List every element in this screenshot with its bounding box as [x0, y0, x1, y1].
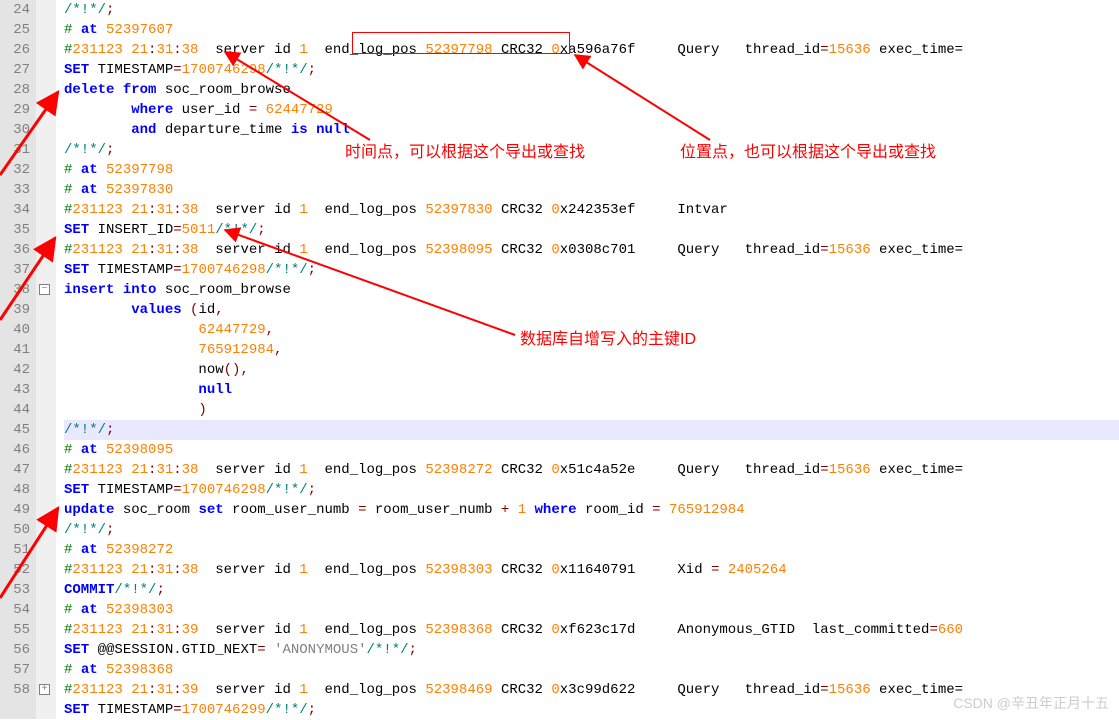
code-line[interactable]: /*!*/; [64, 0, 1119, 20]
watermark: CSDN @辛丑年正月十五 [953, 693, 1109, 713]
line-number: 39 [0, 300, 30, 320]
line-number: 37 [0, 260, 30, 280]
code-line[interactable]: insert into soc_room_browse [64, 280, 1119, 300]
code-line[interactable]: and departure_time is null [64, 120, 1119, 140]
code-line[interactable]: where user_id = 62447729 [64, 100, 1119, 120]
code-line[interactable]: ) [64, 400, 1119, 420]
code-line[interactable]: update soc_room set room_user_numb = roo… [64, 500, 1119, 520]
line-number: 56 [0, 640, 30, 660]
line-number: 33 [0, 180, 30, 200]
code-line[interactable]: # at 52398095 [64, 440, 1119, 460]
code-line[interactable]: # at 52398303 [64, 600, 1119, 620]
line-number: 55 [0, 620, 30, 640]
code-line[interactable]: delete from soc_room_browse [64, 80, 1119, 100]
code-line[interactable]: SET TIMESTAMP=1700746298/*!*/; [64, 60, 1119, 80]
line-number: 36 [0, 240, 30, 260]
line-number: 52 [0, 560, 30, 580]
line-number: 50 [0, 520, 30, 540]
code-editor: 2425262728293031323334353637383940414243… [0, 0, 1119, 719]
line-number: 34 [0, 200, 30, 220]
line-number: 30 [0, 120, 30, 140]
code-line[interactable]: values (id, [64, 300, 1119, 320]
code-line[interactable]: 62447729, [64, 320, 1119, 340]
code-line[interactable]: #231123 21:31:38 server id 1 end_log_pos… [64, 240, 1119, 260]
code-line[interactable]: # at 52398368 [64, 660, 1119, 680]
line-number: 31 [0, 140, 30, 160]
line-number: 53 [0, 580, 30, 600]
code-line[interactable]: SET TIMESTAMP=1700746298/*!*/; [64, 260, 1119, 280]
code-line[interactable]: SET INSERT_ID=5011/*!*/; [64, 220, 1119, 240]
line-number: 57 [0, 660, 30, 680]
code-area[interactable]: /*!*/;# at 52397607#231123 21:31:38 serv… [56, 0, 1119, 719]
line-number: 58 [0, 680, 30, 700]
line-number-gutter: 2425262728293031323334353637383940414243… [0, 0, 36, 719]
code-line[interactable]: null [64, 380, 1119, 400]
line-number: 40 [0, 320, 30, 340]
code-line[interactable]: SET @@SESSION.GTID_NEXT= 'ANONYMOUS'/*!*… [64, 640, 1119, 660]
line-number: 28 [0, 80, 30, 100]
line-number: 25 [0, 20, 30, 40]
line-number: 41 [0, 340, 30, 360]
line-number: 35 [0, 220, 30, 240]
line-number: 54 [0, 600, 30, 620]
line-number: 48 [0, 480, 30, 500]
code-line[interactable]: SET TIMESTAMP=1700746298/*!*/; [64, 480, 1119, 500]
code-line[interactable]: /*!*/; [64, 140, 1119, 160]
code-line[interactable]: /*!*/; [64, 520, 1119, 540]
line-number: 49 [0, 500, 30, 520]
line-number: 24 [0, 0, 30, 20]
line-number: 26 [0, 40, 30, 60]
line-number: 29 [0, 100, 30, 120]
line-number: 46 [0, 440, 30, 460]
line-number: 42 [0, 360, 30, 380]
fold-column: −+ [36, 0, 56, 719]
line-number: 32 [0, 160, 30, 180]
code-line[interactable]: #231123 21:31:38 server id 1 end_log_pos… [64, 460, 1119, 480]
code-line[interactable]: now(), [64, 360, 1119, 380]
line-number: 51 [0, 540, 30, 560]
code-line[interactable]: # at 52397798 [64, 160, 1119, 180]
line-number: 27 [0, 60, 30, 80]
code-line[interactable]: # at 52398272 [64, 540, 1119, 560]
line-number: 47 [0, 460, 30, 480]
code-line[interactable]: /*!*/; [64, 420, 1119, 440]
code-line[interactable]: COMMIT/*!*/; [64, 580, 1119, 600]
code-line[interactable]: # at 52397607 [64, 20, 1119, 40]
code-line[interactable]: # at 52397830 [64, 180, 1119, 200]
line-number: 44 [0, 400, 30, 420]
line-number: 43 [0, 380, 30, 400]
code-line[interactable]: #231123 21:31:38 server id 1 end_log_pos… [64, 560, 1119, 580]
code-line[interactable]: #231123 21:31:38 server id 1 end_log_pos… [64, 40, 1119, 60]
code-line[interactable]: #231123 21:31:39 server id 1 end_log_pos… [64, 620, 1119, 640]
line-number: 38 [0, 280, 30, 300]
fold-toggle[interactable]: − [39, 284, 50, 295]
fold-toggle[interactable]: + [39, 684, 50, 695]
code-line[interactable]: 765912984, [64, 340, 1119, 360]
code-line[interactable]: #231123 21:31:38 server id 1 end_log_pos… [64, 200, 1119, 220]
line-number: 45 [0, 420, 30, 440]
